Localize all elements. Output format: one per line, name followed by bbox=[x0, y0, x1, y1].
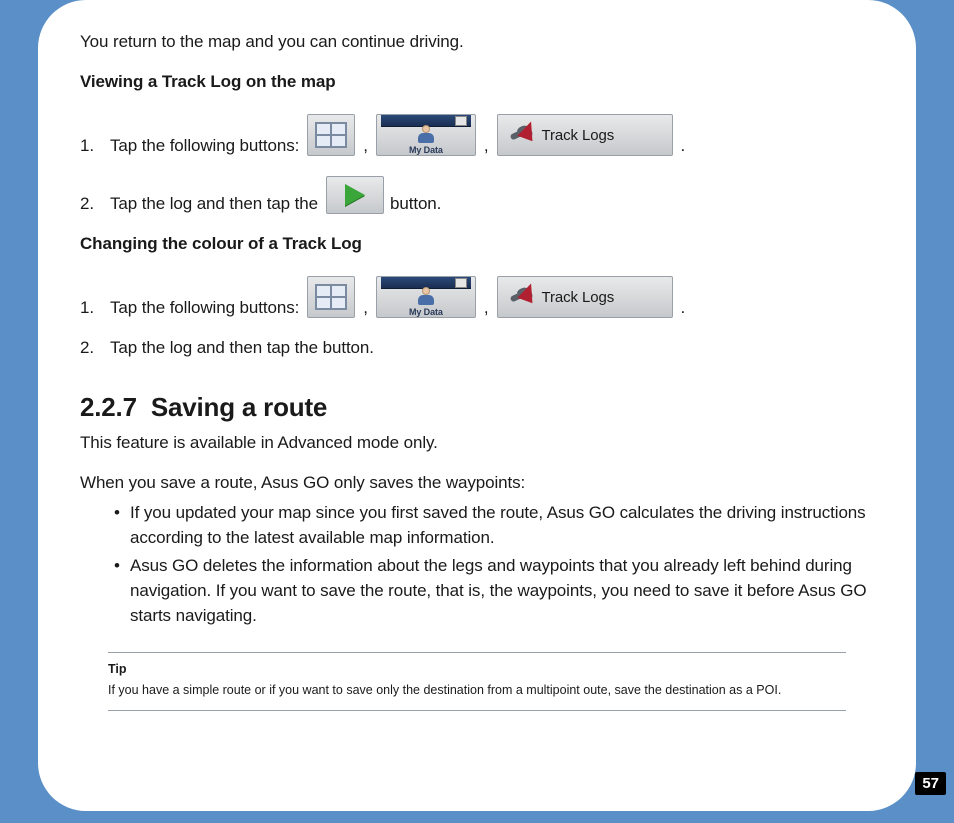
separator: , bbox=[482, 298, 491, 318]
sectionB-step-2: 2. Tap the log and then tap the button. bbox=[80, 338, 874, 358]
track-logs-label: Track Logs bbox=[542, 289, 615, 306]
tip-text: If you have a simple route or if you wan… bbox=[108, 680, 846, 701]
section-paragraph-1: This feature is available in Advanced mo… bbox=[80, 433, 874, 453]
sectionA-step-1: 1. Tap the following buttons: , My Data … bbox=[80, 114, 874, 156]
section-heading-2-2-7: 2.2.7 Saving a route bbox=[80, 392, 874, 423]
separator: , bbox=[482, 136, 491, 156]
track-logs-button[interactable]: Track Logs bbox=[497, 276, 673, 318]
sectionA-step-2: 2. Tap the log and then tap the button. bbox=[80, 176, 874, 214]
step-text: Tap the following buttons: bbox=[110, 298, 299, 318]
list-item: If you updated your map since you first … bbox=[114, 501, 874, 550]
intro-text: You return to the map and you can contin… bbox=[80, 32, 874, 52]
play-icon bbox=[345, 184, 365, 206]
track-logs-label: Track Logs bbox=[542, 127, 615, 144]
track-logs-button[interactable]: Track Logs bbox=[497, 114, 673, 156]
tip-box: Tip If you have a simple route or if you… bbox=[108, 652, 846, 711]
disk-icon bbox=[455, 116, 467, 126]
step-text: Tap the log and then tap the bbox=[110, 194, 318, 214]
separator: , bbox=[361, 136, 370, 156]
tip-label: Tip bbox=[108, 659, 846, 680]
my-data-body: My Data bbox=[381, 127, 471, 155]
bullet-list: If you updated your map since you first … bbox=[80, 501, 874, 628]
menu-grid-icon bbox=[315, 284, 347, 310]
step-text: Tap the following buttons: bbox=[110, 136, 299, 156]
step-number: 2. bbox=[80, 194, 104, 214]
page-number: 57 bbox=[915, 772, 946, 795]
sectionB-step-1: 1. Tap the following buttons: , My Data … bbox=[80, 276, 874, 318]
person-icon bbox=[418, 291, 434, 305]
section-paragraph-2: When you save a route, Asus GO only save… bbox=[80, 473, 874, 493]
section-title-text: Saving a route bbox=[151, 392, 327, 422]
menu-button[interactable] bbox=[307, 114, 355, 156]
period: . bbox=[679, 136, 686, 156]
step-text: button. bbox=[390, 194, 441, 214]
step-text: Tap the log and then tap the button. bbox=[110, 338, 374, 358]
menu-grid-icon bbox=[315, 122, 347, 148]
menu-button[interactable] bbox=[307, 276, 355, 318]
my-data-label: My Data bbox=[409, 307, 443, 317]
disk-icon bbox=[455, 278, 467, 288]
track-logs-icon bbox=[508, 121, 536, 149]
step-number: 2. bbox=[80, 338, 104, 358]
manual-page: You return to the map and you can contin… bbox=[38, 0, 916, 811]
period: . bbox=[679, 298, 686, 318]
track-logs-icon bbox=[508, 283, 536, 311]
subheading-viewing-tracklog: Viewing a Track Log on the map bbox=[80, 72, 874, 92]
section-number: 2.2.7 bbox=[80, 392, 137, 422]
my-data-button[interactable]: My Data bbox=[376, 276, 476, 318]
separator: , bbox=[361, 298, 370, 318]
play-button[interactable] bbox=[326, 176, 384, 214]
my-data-button[interactable]: My Data bbox=[376, 114, 476, 156]
person-icon bbox=[418, 129, 434, 143]
step-number: 1. bbox=[80, 136, 104, 156]
step-number: 1. bbox=[80, 298, 104, 318]
my-data-body: My Data bbox=[381, 289, 471, 317]
my-data-label: My Data bbox=[409, 145, 443, 155]
subheading-changing-colour: Changing the colour of a Track Log bbox=[80, 234, 874, 254]
list-item: Asus GO deletes the information about th… bbox=[114, 554, 874, 628]
